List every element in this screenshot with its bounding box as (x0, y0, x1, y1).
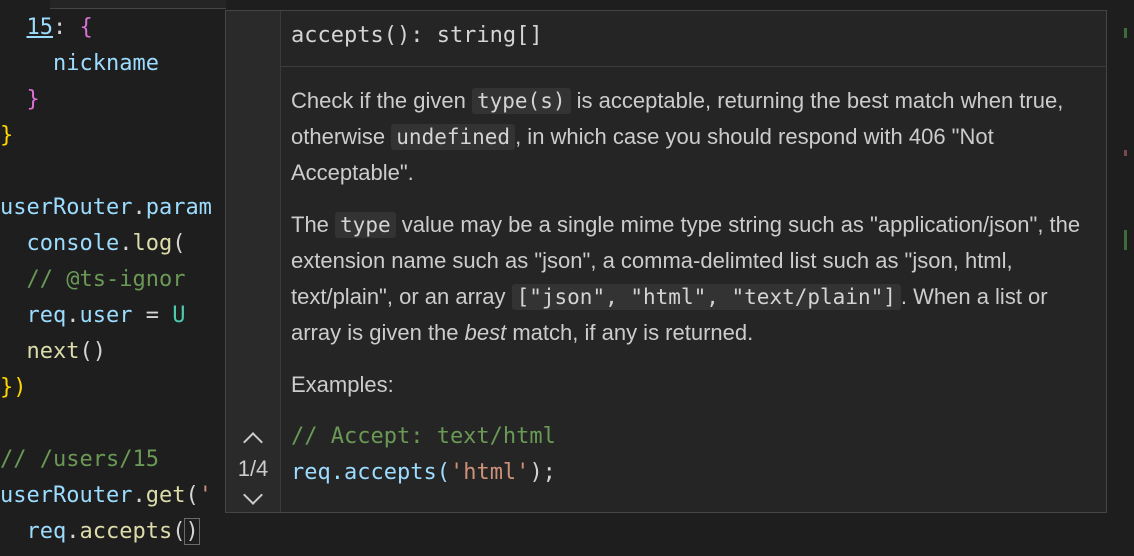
next-signature-button[interactable] (226, 485, 280, 508)
example-comment: // Accept: text/html (291, 424, 556, 449)
previous-signature-button[interactable] (226, 429, 280, 455)
code-token: () (79, 339, 106, 364)
signature-row: accepts(): string[] (280, 11, 1106, 67)
code-token: req (26, 519, 67, 544)
code-token: ( (172, 231, 186, 256)
code-token: next (26, 339, 80, 364)
code-token: U (172, 303, 186, 328)
code-line[interactable]: req.accepts() (0, 514, 200, 550)
hover-widget: 1/4 accepts(): string[] Check if the giv… (225, 10, 1107, 513)
code-token: . (119, 231, 133, 256)
code-token: // /users/15 (0, 447, 159, 472)
code-line[interactable]: nickname (0, 46, 159, 82)
code-line[interactable]: // @ts-ignor (0, 262, 186, 298)
code-line[interactable]: userRouter.param (0, 190, 212, 226)
code-token: user (79, 303, 133, 328)
code-token: param (145, 195, 212, 220)
code-line[interactable]: console.log( (0, 226, 186, 262)
example-call: req.accepts( (291, 460, 450, 485)
example-string: 'html' (449, 460, 530, 485)
examples-label: Examples: (291, 372, 394, 397)
code-token: 15 (26, 15, 54, 40)
inline-code: ["json", "html", "text/plain"] (511, 284, 901, 310)
example-end: ); (529, 460, 556, 485)
code-line[interactable]: } (0, 82, 40, 118)
code-token: userRouter (0, 483, 133, 508)
code-token: ( (185, 483, 199, 508)
code-token: . (132, 483, 146, 508)
code-line[interactable]: next() (0, 334, 106, 370)
hover-nav-gutter: 1/4 (226, 11, 281, 512)
code-token: ' (198, 483, 212, 508)
editor-top-strip (50, 0, 226, 9)
scroll-marker (1124, 150, 1127, 156)
code-token: log (132, 231, 173, 256)
signature-text: accepts(): string[] (291, 23, 543, 48)
code-token: accepts (79, 519, 173, 544)
code-line[interactable]: 15: { (0, 10, 93, 46)
doc-text: match, if any is returned. (506, 320, 754, 345)
code-token: : (53, 15, 80, 40)
chevron-up-icon (243, 432, 263, 452)
doc-paragraph-1: Check if the given type(s) is acceptable… (291, 83, 1091, 191)
code-token: ) (13, 375, 27, 400)
code-token: . (66, 519, 80, 544)
doc-text: Check if the given (291, 88, 472, 113)
doc-paragraph-2: The type value may be a single mime type… (291, 207, 1091, 351)
scroll-marker (1124, 28, 1127, 38)
text-cursor: ) (184, 518, 200, 545)
doc-emphasis: best (464, 320, 507, 345)
code-token: ( (172, 519, 186, 544)
code-token: } (0, 375, 14, 400)
code-line[interactable]: userRouter.get(' (0, 478, 212, 514)
scroll-marker (1124, 230, 1127, 250)
code-token: req (26, 303, 67, 328)
doc-text: The (291, 212, 336, 237)
code-token: // @ts-ignor (26, 267, 186, 292)
code-token: } (0, 123, 14, 148)
inline-code: type (335, 212, 396, 238)
code-token: = (132, 303, 173, 328)
code-line[interactable]: }) (0, 370, 27, 406)
code-line[interactable]: } (0, 118, 13, 154)
example-code: // Accept: text/html req.accepts('html')… (291, 419, 1091, 491)
code-line[interactable]: // /users/15 (0, 442, 159, 478)
inline-code: undefined (391, 124, 516, 150)
code-token: () (172, 518, 200, 545)
code-token: { (79, 15, 93, 40)
code-token: . (66, 303, 80, 328)
signature-counter: 1/4 (237, 456, 269, 481)
code-line[interactable]: req.user = U (0, 298, 186, 334)
code-token: } (26, 87, 40, 112)
documentation-body: Check if the given type(s) is acceptable… (291, 83, 1091, 491)
code-token: . (132, 195, 146, 220)
code-token: nickname (52, 51, 159, 76)
chevron-down-icon (243, 485, 263, 505)
code-token: userRouter (0, 195, 133, 220)
code-token: console (26, 231, 120, 256)
inline-code: type(s) (471, 88, 571, 114)
code-token: get (145, 483, 186, 508)
